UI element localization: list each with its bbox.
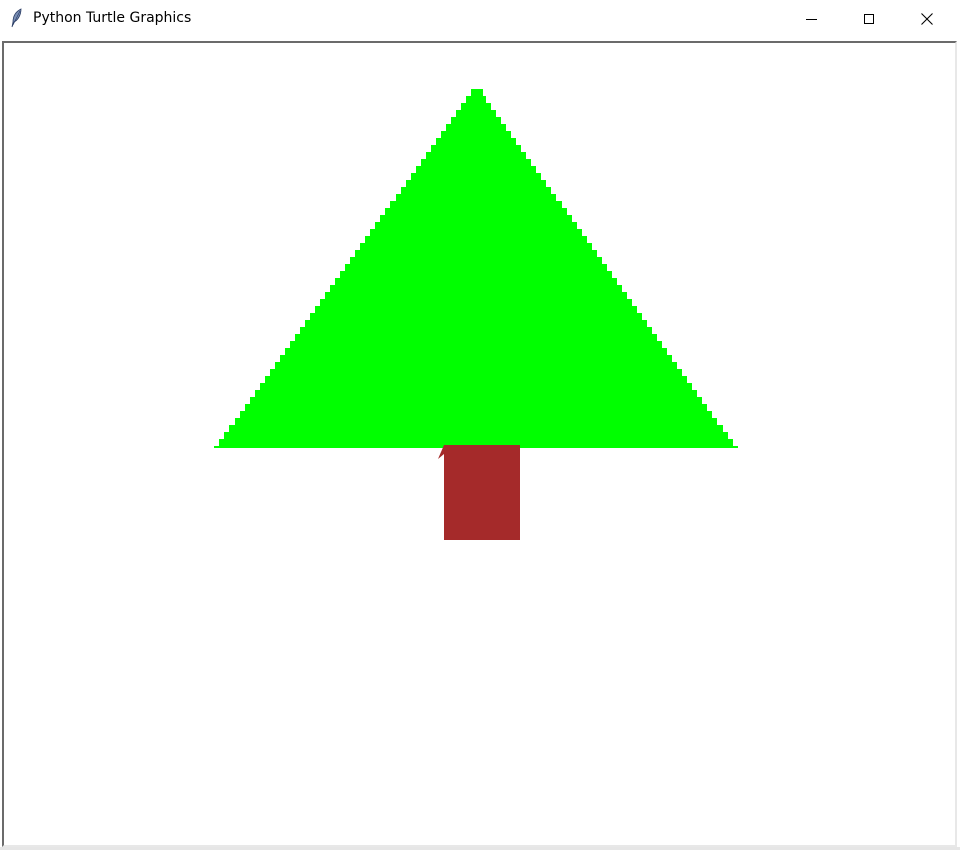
feather-icon <box>9 8 25 28</box>
foliage-row <box>446 124 506 131</box>
title-bar[interactable]: Python Turtle Graphics <box>0 0 960 38</box>
foliage-row <box>411 173 541 180</box>
foliage-row <box>426 152 526 159</box>
tree-trunk-rectangle <box>444 445 520 540</box>
foliage-row <box>245 404 707 411</box>
foliage-row <box>325 292 627 299</box>
turtle-canvas-frame <box>2 41 957 847</box>
foliage-row <box>305 320 647 327</box>
foliage-row <box>290 341 662 348</box>
foliage-row <box>436 138 516 145</box>
foliage-row <box>461 103 491 110</box>
foliage-row <box>285 348 667 355</box>
foliage-row <box>270 369 682 376</box>
foliage-row <box>370 229 582 236</box>
foliage-row <box>390 201 562 208</box>
foliage-row <box>406 180 546 187</box>
foliage-row <box>466 96 486 103</box>
foliage-row <box>229 425 723 432</box>
foliage-row <box>315 306 637 313</box>
maximize-icon <box>864 14 874 24</box>
foliage-row <box>310 313 642 320</box>
foliage-row <box>219 439 733 446</box>
foliage-row <box>345 264 607 271</box>
tree-foliage-triangle <box>214 89 738 448</box>
foliage-row <box>456 110 496 117</box>
close-icon <box>921 10 933 29</box>
foliage-row <box>441 131 511 138</box>
minimize-button[interactable] <box>782 0 840 38</box>
foliage-row <box>375 222 577 229</box>
foliage-row <box>451 117 501 124</box>
foliage-row <box>265 376 687 383</box>
foliage-row <box>380 215 572 222</box>
foliage-row <box>275 362 677 369</box>
foliage-row <box>471 89 483 96</box>
foliage-row <box>250 397 702 404</box>
foliage-row <box>300 327 652 334</box>
foliage-row <box>280 355 672 362</box>
foliage-row <box>431 145 521 152</box>
foliage-row <box>355 250 597 257</box>
close-button[interactable] <box>898 0 956 38</box>
foliage-row <box>396 194 556 201</box>
minimize-icon <box>805 18 817 20</box>
window-title: Python Turtle Graphics <box>33 10 192 26</box>
foliage-row <box>335 278 617 285</box>
foliage-row <box>365 236 587 243</box>
turtle-canvas[interactable] <box>4 43 955 845</box>
foliage-row <box>421 159 531 166</box>
foliage-row <box>330 285 622 292</box>
foliage-row <box>350 257 602 264</box>
foliage-row <box>240 411 712 418</box>
foliage-row <box>385 208 567 215</box>
foliage-row <box>295 334 657 341</box>
maximize-button[interactable] <box>840 0 898 38</box>
foliage-row <box>416 166 536 173</box>
foliage-row <box>340 271 612 278</box>
foliage-row <box>320 299 632 306</box>
foliage-row <box>224 432 728 439</box>
foliage-row <box>255 390 697 397</box>
turtle-window: Python Turtle Graphics <box>0 0 960 850</box>
foliage-row <box>260 383 692 390</box>
foliage-row <box>360 243 592 250</box>
foliage-row <box>235 418 717 425</box>
foliage-row <box>401 187 551 194</box>
